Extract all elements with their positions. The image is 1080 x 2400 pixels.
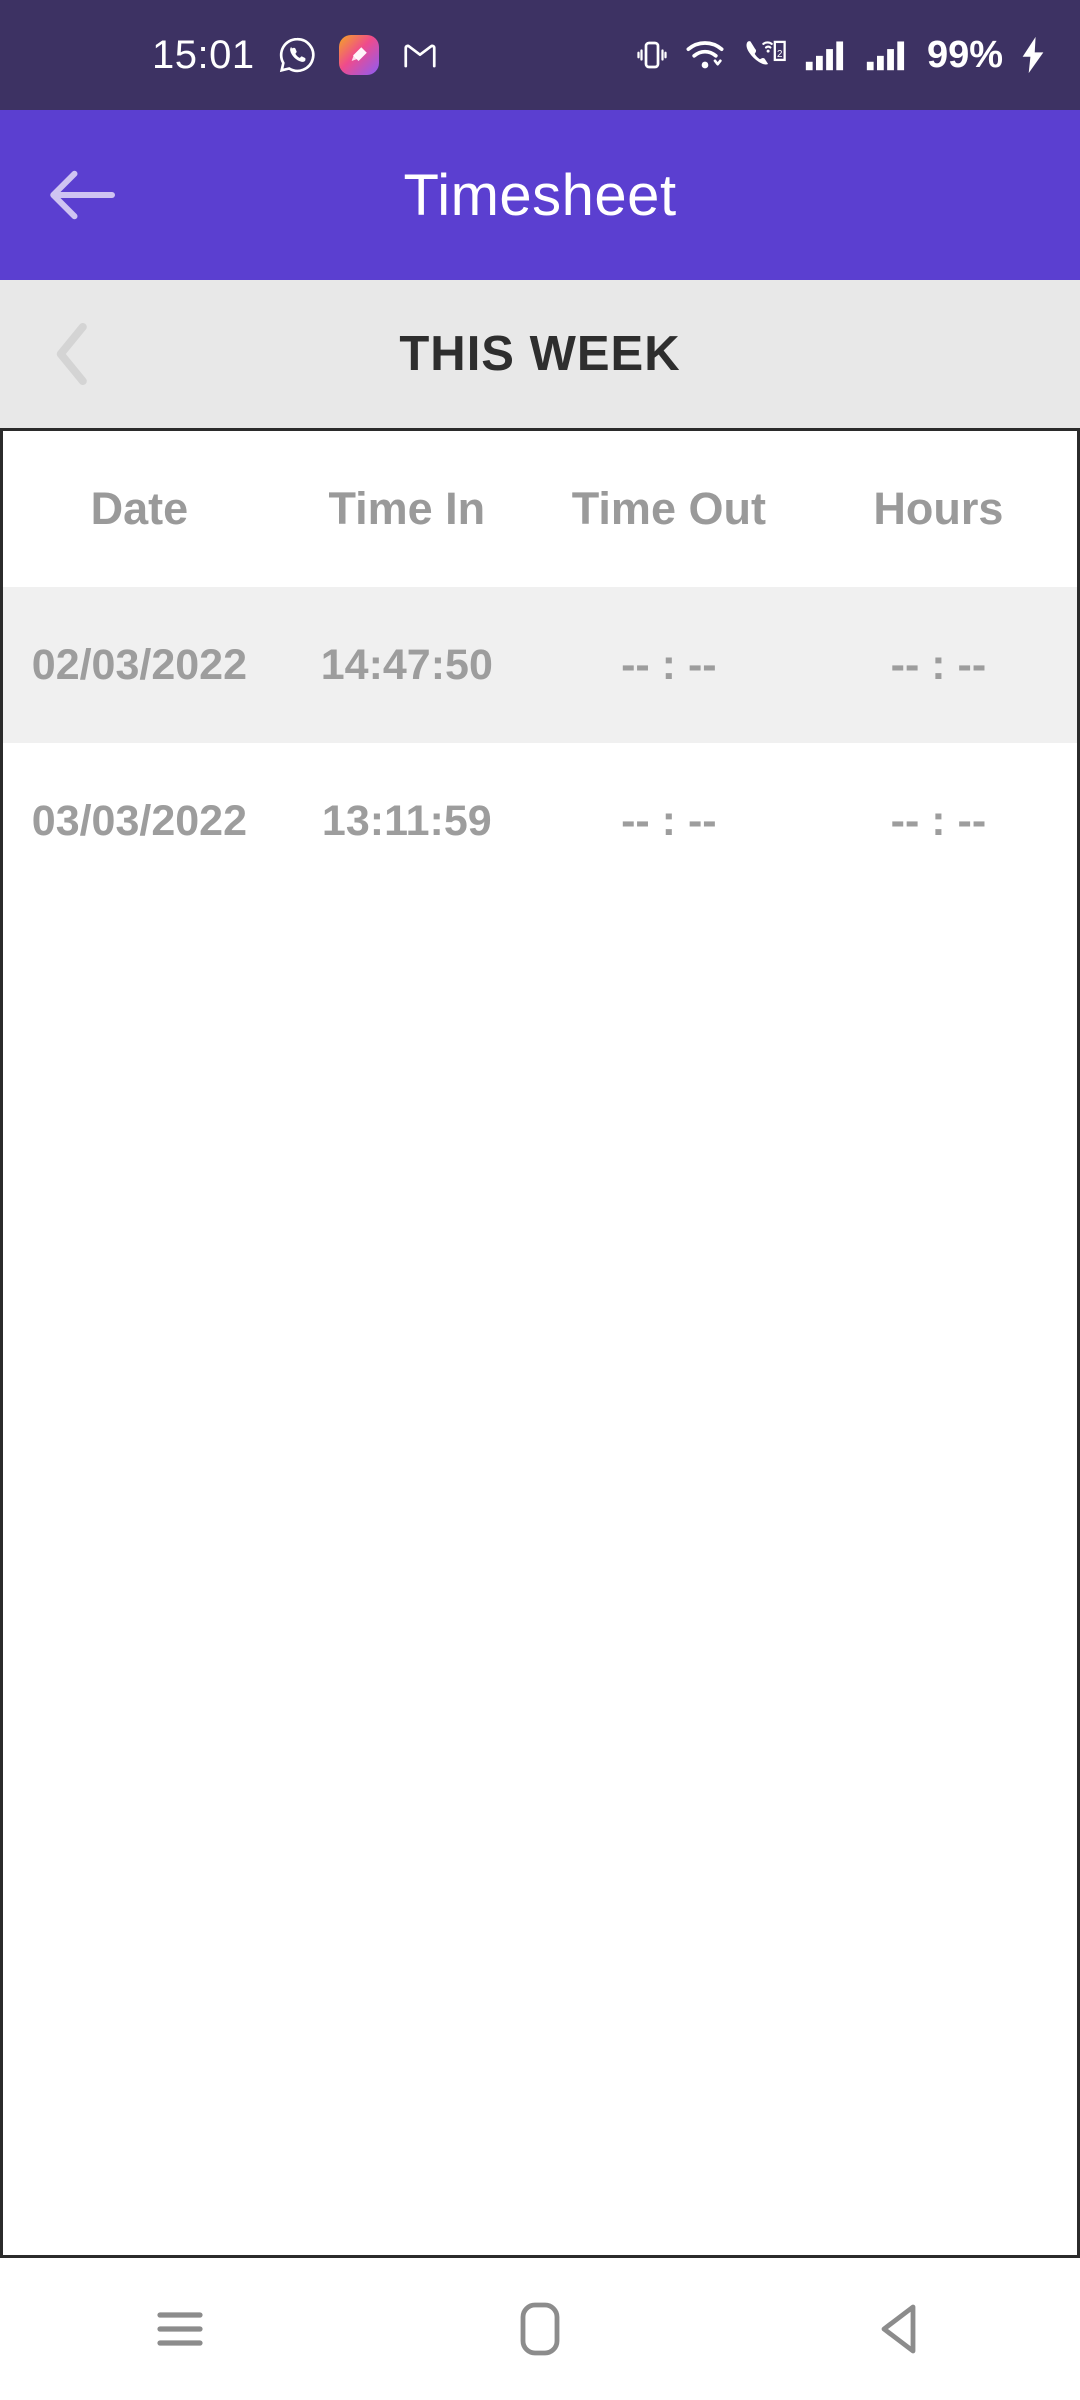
whatsapp-icon [277, 35, 317, 75]
table-row[interactable]: 03/03/2022 13:11:59 -- : -- -- : -- [3, 743, 1077, 899]
vibrate-icon [636, 37, 668, 73]
theme-app-icon [338, 35, 379, 75]
nav-back-button[interactable] [810, 2258, 990, 2400]
svg-text:2: 2 [777, 49, 782, 60]
cell-time-out: -- : -- [621, 640, 717, 689]
nav-recents-button[interactable] [90, 2258, 270, 2400]
back-button[interactable] [22, 110, 142, 280]
table-header-row: Date Time In Time Out Hours [3, 431, 1077, 587]
status-bar: 15:01 2 99% [0, 0, 1080, 110]
android-nav-bar [0, 2258, 1080, 2400]
signal-sim2-icon [866, 38, 910, 72]
wifi-icon [685, 38, 725, 72]
home-square-icon [520, 2302, 560, 2356]
status-bar-left: 15:01 [0, 35, 439, 75]
hamburger-icon [157, 2312, 203, 2346]
phone-screen: 15:01 2 99% Timesheet THIS WEEK Date Tim… [0, 0, 1080, 2400]
cell-time-out: -- : -- [621, 796, 717, 845]
week-range-label: THIS WEEK [399, 327, 681, 381]
status-clock: 15:01 [152, 33, 255, 77]
cell-hours: -- : -- [890, 640, 987, 689]
back-triangle-icon [881, 2304, 916, 2354]
signal-sim1-icon [805, 38, 849, 72]
gmail-icon [401, 36, 439, 74]
charging-bolt-icon [1020, 36, 1046, 74]
table-body: 02/03/2022 14:47:50 -- : -- -- : -- 03/0… [3, 587, 1077, 899]
status-bar-right: 2 99% [636, 36, 1046, 74]
column-header-date: Date [90, 483, 189, 534]
week-selector-bar: THIS WEEK [0, 280, 1080, 428]
page-title: Timesheet [403, 162, 677, 228]
cell-time-in: 14:47:50 [320, 640, 493, 689]
column-header-time-in: Time In [328, 483, 486, 534]
cell-date: 03/03/2022 [31, 796, 247, 845]
battery-percent-label: 99% [926, 34, 1003, 76]
timesheet-table: Date Time In Time Out Hours 02/03/2022 1… [0, 428, 1080, 2258]
cell-date: 02/03/2022 [31, 640, 247, 689]
arrow-left-icon [50, 170, 115, 220]
nav-home-button[interactable] [450, 2258, 630, 2400]
cell-time-in: 13:11:59 [321, 796, 492, 845]
cell-hours: -- : -- [890, 796, 987, 845]
table-row[interactable]: 02/03/2022 14:47:50 -- : -- -- : -- [3, 587, 1077, 743]
app-bar: Timesheet [0, 110, 1080, 280]
column-header-time-out: Time Out [571, 483, 766, 534]
vowifi-sim2-icon: 2 [742, 37, 788, 73]
column-header-hours: Hours [873, 483, 1004, 534]
